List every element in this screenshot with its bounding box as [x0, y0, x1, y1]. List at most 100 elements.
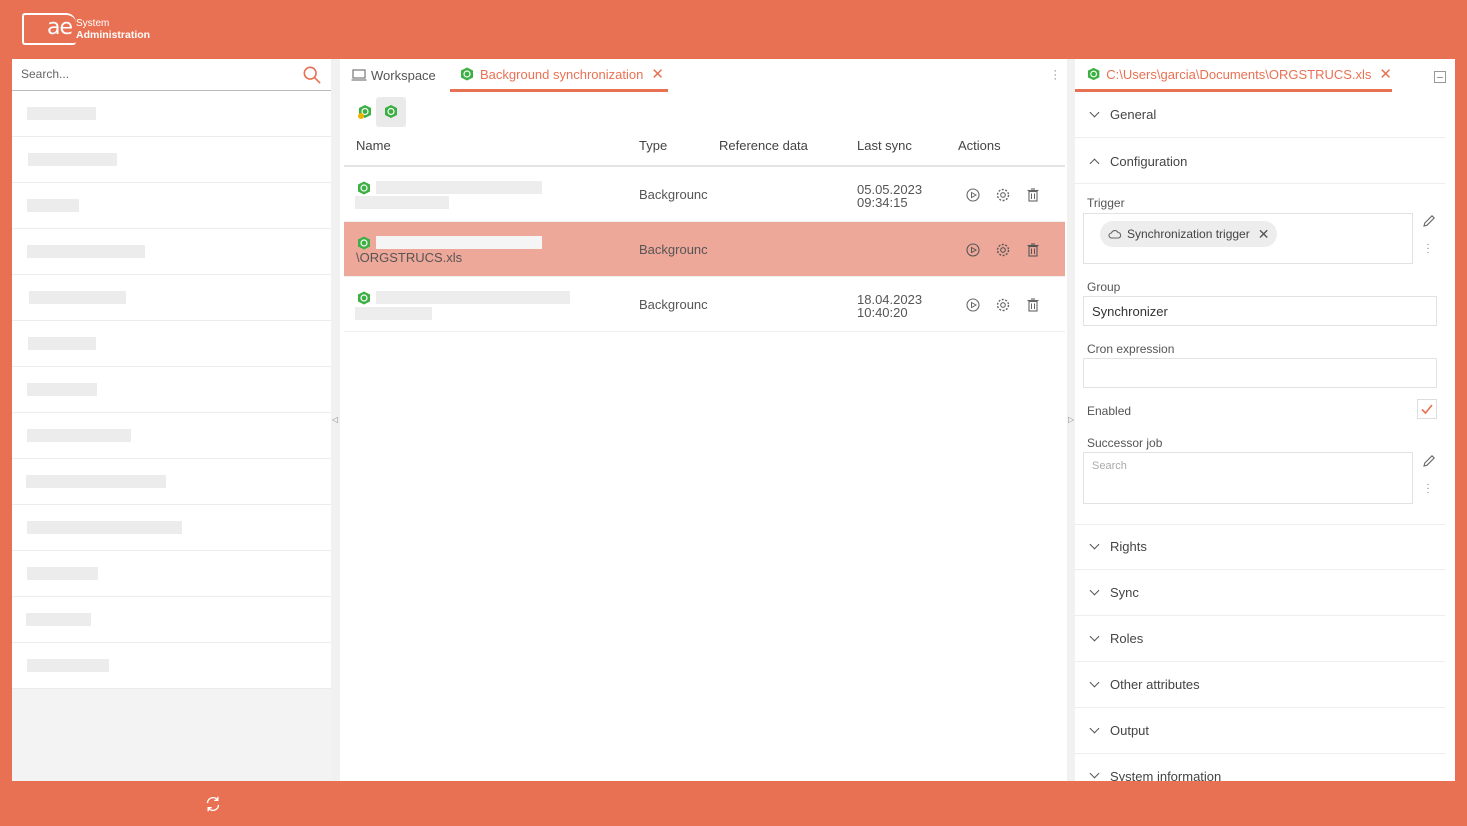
successor-job-field[interactable]: Search [1083, 452, 1413, 504]
tree-item[interactable] [12, 229, 331, 275]
column-name[interactable]: Name [356, 138, 391, 153]
redacted-name [376, 291, 570, 304]
delete-icon[interactable] [1025, 297, 1041, 313]
collapse-left-icon[interactable]: ◁ [332, 415, 338, 424]
section-system-information[interactable]: System information [1075, 754, 1445, 781]
chevron-down-icon [1089, 539, 1100, 550]
section-other-attributes[interactable]: Other attributes [1075, 662, 1445, 708]
column-reference-data[interactable]: Reference data [719, 138, 808, 153]
section-configuration-label: Configuration [1110, 153, 1188, 169]
close-icon[interactable]: ✕ [1379, 65, 1392, 83]
chevron-down-icon [1089, 768, 1100, 779]
section-configuration[interactable]: Configuration [1075, 138, 1445, 184]
more-options-icon[interactable]: · · · [1425, 240, 1431, 258]
trigger-chip[interactable]: Synchronization trigger ✕ [1100, 221, 1278, 247]
workspace-tabs: Workspace Background synchronization ✕ ·… [340, 59, 1067, 93]
trigger-field[interactable]: Synchronization trigger ✕ [1083, 213, 1413, 264]
section-output[interactable]: Output [1075, 708, 1445, 754]
gear-icon[interactable] [995, 242, 1011, 258]
divider [1075, 183, 1445, 184]
table-row-selected[interactable]: \ORGSTRUCS.xls Backgrounc [344, 222, 1065, 277]
section-sync[interactable]: Sync [1075, 570, 1445, 616]
chevron-up-icon [1089, 158, 1100, 168]
section-general[interactable]: General [1075, 92, 1445, 138]
redacted-name [376, 181, 542, 194]
laptop-icon [351, 69, 367, 81]
enabled-checkbox[interactable] [1417, 399, 1437, 419]
tree-item[interactable] [12, 137, 331, 183]
section-system-label: System information [1110, 769, 1222, 781]
run-icon[interactable] [965, 187, 981, 203]
tree-item[interactable] [12, 413, 331, 459]
close-icon[interactable]: ✕ [651, 65, 664, 83]
add-sync-icon [358, 105, 371, 119]
delete-icon[interactable] [1025, 187, 1041, 203]
more-options-icon[interactable]: · · · [1425, 480, 1431, 498]
delete-icon[interactable] [1025, 242, 1041, 258]
sync-job-view-button[interactable] [376, 97, 406, 127]
redacted-name [355, 307, 432, 320]
app-logo: ae System Administration [22, 13, 152, 45]
run-icon[interactable] [965, 242, 981, 258]
redacted-name [376, 236, 542, 249]
row-last-sync-time: 10:40:20 [857, 305, 908, 320]
pencil-icon[interactable] [1421, 213, 1437, 229]
logo-line-administration: Administration [76, 29, 151, 41]
trigger-label: Trigger [1087, 196, 1125, 210]
sync-job-icon [358, 181, 370, 195]
left-splitter[interactable]: ◁ [331, 59, 340, 781]
column-last-sync[interactable]: Last sync [857, 138, 912, 153]
tab-background-synchronization[interactable]: Background synchronization ✕ [450, 59, 668, 92]
chevron-down-icon [1089, 723, 1100, 734]
table-row[interactable]: Backgrounc 05.05.2023 09:34:15 [344, 167, 1065, 222]
details-tab-label: C:\Users\garcia\Documents\ORGSTRUCS.xls [1106, 66, 1372, 82]
sync-job-icon [461, 67, 473, 81]
run-icon[interactable] [965, 297, 981, 313]
gear-icon[interactable] [995, 187, 1011, 203]
section-rights[interactable]: Rights [1075, 524, 1445, 570]
table-header: Name Type Reference data Last sync Actio… [344, 129, 1065, 167]
tree-item[interactable] [12, 91, 331, 137]
search-icon[interactable] [303, 66, 321, 84]
tab-details-file[interactable]: C:\Users\garcia\Documents\ORGSTRUCS.xls … [1075, 59, 1392, 92]
refresh-icon[interactable] [204, 795, 222, 813]
tree-item[interactable] [12, 183, 331, 229]
tab-workspace-label: Workspace [371, 67, 436, 83]
minimize-icon[interactable] [1434, 71, 1446, 83]
section-rights-label: Rights [1110, 539, 1147, 554]
tab-background-label: Background synchronization [480, 66, 644, 82]
section-roles[interactable]: Roles [1075, 616, 1445, 662]
enabled-label: Enabled [1087, 404, 1132, 418]
logo-line-system: System [76, 18, 110, 29]
navigation-panel [12, 59, 331, 781]
collapse-right-icon[interactable]: ▷ [1068, 415, 1074, 424]
tree-item[interactable] [12, 459, 331, 505]
pencil-icon[interactable] [1421, 453, 1437, 469]
chevron-down-icon [1089, 107, 1100, 118]
tree-item[interactable] [12, 505, 331, 551]
group-label: Group [1087, 280, 1121, 294]
tree-item[interactable] [12, 643, 331, 689]
tree-item[interactable] [12, 551, 331, 597]
right-splitter[interactable]: ▷ [1067, 59, 1075, 781]
row-type: Backgrounc [639, 242, 708, 257]
tree-item[interactable] [12, 321, 331, 367]
section-general-label: General [1110, 107, 1157, 122]
logo-mark: ae [47, 15, 73, 40]
tree-item[interactable] [12, 597, 331, 643]
column-type[interactable]: Type [639, 138, 667, 153]
tabs-menu-icon[interactable]: · · · [1053, 66, 1057, 85]
search-input[interactable] [12, 59, 282, 89]
remove-chip-icon[interactable]: ✕ [1258, 226, 1270, 243]
table-row[interactable]: Backgrounc 18.04.2023 10:40:20 [344, 277, 1065, 332]
cron-expression-field[interactable] [1083, 358, 1437, 388]
sync-job-icon [358, 236, 370, 250]
details-panel: C:\Users\garcia\Documents\ORGSTRUCS.xls … [1075, 59, 1455, 781]
sync-jobs-table: Name Type Reference data Last sync Actio… [344, 129, 1065, 332]
redacted-name [355, 196, 449, 209]
tree-item[interactable] [12, 275, 331, 321]
tree-item[interactable] [12, 367, 331, 413]
tab-workspace[interactable]: Workspace [351, 59, 436, 91]
gear-icon[interactable] [995, 297, 1011, 313]
group-field[interactable]: Synchronizer [1083, 296, 1437, 326]
